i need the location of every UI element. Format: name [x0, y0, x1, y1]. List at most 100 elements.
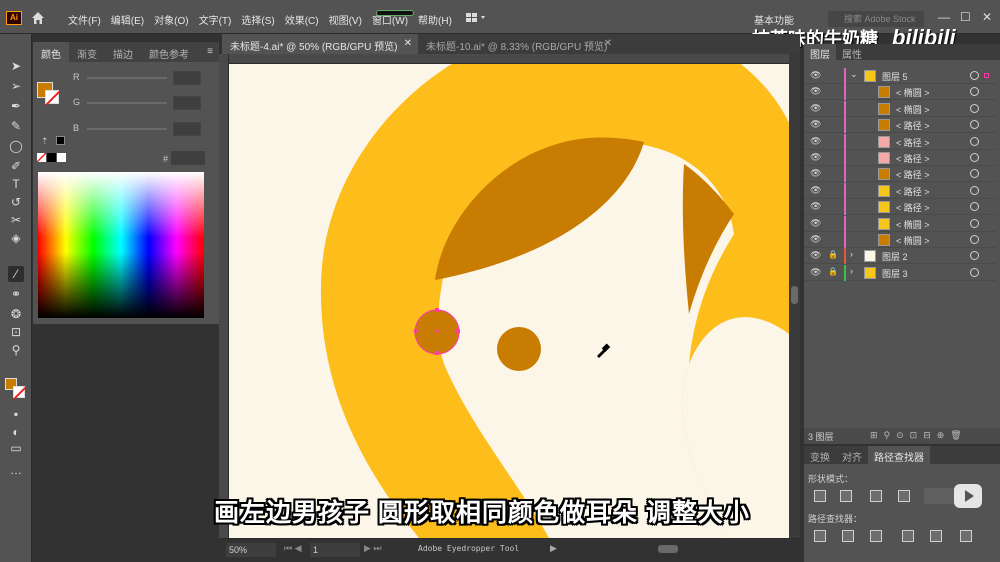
- visibility-eye-icon[interactable]: 👁: [810, 185, 821, 196]
- sublayer-row[interactable]: 👁 < 路径 >: [804, 133, 996, 150]
- anchor-point-left[interactable]: [414, 329, 418, 333]
- red-slider[interactable]: R: [73, 71, 213, 85]
- divide-button[interactable]: [814, 530, 826, 542]
- target-icon[interactable]: [970, 87, 979, 97]
- sublayer-row[interactable]: 👁 < 路径 >: [804, 117, 996, 134]
- menu-file[interactable]: 文件(F): [68, 12, 101, 27]
- lock-icon[interactable]: 🔒: [828, 267, 838, 276]
- home-icon[interactable]: [30, 10, 46, 26]
- blue-slider[interactable]: B: [73, 122, 213, 136]
- hex-input[interactable]: [171, 151, 205, 165]
- target-icon[interactable]: [970, 153, 979, 162]
- symbol-sprayer-tool-icon[interactable]: ❂: [8, 306, 24, 322]
- pen-tool-icon[interactable]: ✒: [8, 98, 24, 114]
- red-value-field[interactable]: [173, 71, 201, 85]
- zoom-level-select[interactable]: 50%: [226, 543, 276, 557]
- none-swatch[interactable]: [36, 152, 47, 163]
- artboard-number-select[interactable]: 1: [310, 543, 360, 557]
- anchor-point-top[interactable]: [435, 308, 439, 312]
- unite-button[interactable]: [814, 490, 826, 502]
- layer-row[interactable]: 👁 ⌄ 图层 5: [804, 68, 996, 84]
- minus-front-button[interactable]: [840, 490, 852, 502]
- target-icon[interactable]: [970, 251, 979, 261]
- close-tab-icon[interactable]: ✕: [404, 38, 412, 49]
- target-icon[interactable]: [970, 169, 979, 179]
- visibility-eye-icon[interactable]: 👁: [810, 119, 821, 130]
- next-artboard-icon[interactable]: ▶ ⏭: [364, 543, 382, 554]
- outline-button[interactable]: [930, 530, 942, 542]
- visibility-eye-icon[interactable]: 👁: [810, 218, 821, 229]
- target-icon[interactable]: [970, 218, 979, 228]
- ear-circle[interactable]: [497, 327, 541, 371]
- tab-properties[interactable]: 属性: [836, 44, 868, 61]
- layer-row[interactable]: 👁 🔒 › 图层 2: [804, 248, 996, 265]
- direct-selection-tool-icon[interactable]: ➢: [8, 78, 24, 94]
- tab-layers[interactable]: 图层: [804, 44, 836, 61]
- tab-pathfinder[interactable]: 路径查找器: [868, 446, 930, 464]
- panel-menu-icon[interactable]: ≡: [207, 46, 213, 57]
- sublayer-row[interactable]: 👁 < 路径 >: [804, 199, 996, 216]
- sublayer-row[interactable]: 👁 < 椭圆 >: [804, 215, 996, 232]
- artboard-canvas[interactable]: [229, 64, 789, 538]
- target-icon[interactable]: [970, 71, 979, 80]
- layer-row[interactable]: 👁 🔒 › 图层 3: [804, 264, 996, 281]
- merge-button[interactable]: [870, 530, 882, 542]
- curvature-tool-icon[interactable]: ✎: [8, 118, 24, 134]
- intersect-button[interactable]: [870, 490, 882, 502]
- first-artboard-icon[interactable]: ⏮ ◀: [284, 543, 302, 554]
- visibility-eye-icon[interactable]: 👁: [810, 201, 821, 212]
- green-slider[interactable]: G: [73, 96, 213, 110]
- tab-document-active[interactable]: 未标题-4.ai* @ 50% (RGB/GPU 预览) ✕: [222, 34, 418, 54]
- visibility-eye-icon[interactable]: 👁: [810, 250, 821, 261]
- chevron-right-icon[interactable]: ›: [850, 249, 853, 259]
- ellipse-tool-icon[interactable]: ◯: [8, 138, 24, 154]
- vertical-scrollbar[interactable]: [789, 54, 800, 538]
- target-icon[interactable]: [970, 267, 979, 277]
- stroke-color-swatch[interactable]: [45, 90, 61, 106]
- tab-gradient[interactable]: 渐变: [69, 42, 105, 62]
- sublayer-row[interactable]: 👁 < 路径 >: [804, 166, 996, 183]
- white-quick-swatch[interactable]: [57, 153, 66, 162]
- blend-tool-icon[interactable]: ⚭: [8, 286, 24, 302]
- close-tab-icon[interactable]: ✕: [604, 38, 612, 49]
- close-icon[interactable]: ✕: [982, 10, 992, 24]
- menu-view[interactable]: 视图(V): [329, 12, 362, 27]
- visibility-eye-icon[interactable]: 👁: [810, 168, 821, 179]
- out-of-gamut-icon[interactable]: ⇡: [41, 136, 49, 147]
- menu-help[interactable]: 帮助(H): [418, 12, 452, 27]
- artwork[interactable]: [229, 64, 789, 538]
- anchor-point-right[interactable]: [456, 329, 460, 333]
- shape-builder-tool-icon[interactable]: ◈: [8, 230, 24, 246]
- type-tool-icon[interactable]: T: [8, 176, 24, 192]
- menu-type[interactable]: 文字(T): [199, 12, 232, 27]
- visibility-eye-icon[interactable]: 👁: [810, 70, 821, 81]
- horizontal-scroll-thumb[interactable]: [658, 545, 678, 553]
- more-tools-icon[interactable]: …: [8, 462, 24, 478]
- app-logo[interactable]: Ai: [6, 11, 22, 25]
- sublayer-row[interactable]: 👁 < 椭圆 >: [804, 100, 996, 117]
- screen-mode-icon[interactable]: ▭: [8, 440, 24, 456]
- chevron-right-icon[interactable]: ›: [850, 266, 853, 276]
- visibility-eye-icon[interactable]: 👁: [810, 234, 821, 245]
- visibility-eye-icon[interactable]: 👁: [810, 267, 821, 278]
- crop-button[interactable]: [902, 530, 914, 542]
- target-icon[interactable]: [970, 235, 979, 244]
- draw-mode-icon[interactable]: ◐: [8, 424, 24, 440]
- artboard-tool-icon[interactable]: ⊡: [8, 324, 24, 340]
- target-icon[interactable]: [970, 185, 979, 195]
- tab-color-guide[interactable]: 颜色参考: [141, 42, 197, 62]
- paintbrush-tool-icon[interactable]: ✐: [8, 158, 24, 174]
- vertical-scroll-thumb[interactable]: [791, 286, 798, 304]
- tab-transform[interactable]: 变换: [804, 446, 836, 464]
- exclude-button[interactable]: [898, 490, 910, 502]
- rotate-tool-icon[interactable]: ↺: [8, 194, 24, 210]
- tab-document-inactive[interactable]: 未标题-10.ai* @ 8.33% (RGB/GPU 预览) ✕: [418, 34, 618, 54]
- tab-stroke[interactable]: 描边: [105, 42, 141, 62]
- visibility-eye-icon[interactable]: 👁: [810, 103, 821, 114]
- color-spectrum[interactable]: [38, 172, 204, 318]
- anchor-point-bottom[interactable]: [435, 351, 439, 355]
- sublayer-row[interactable]: 👁 < 椭圆 >: [804, 84, 996, 101]
- tab-color[interactable]: 颜色: [33, 42, 69, 62]
- trim-button[interactable]: [842, 530, 854, 542]
- sublayer-row[interactable]: 👁 < 路径 >: [804, 182, 996, 199]
